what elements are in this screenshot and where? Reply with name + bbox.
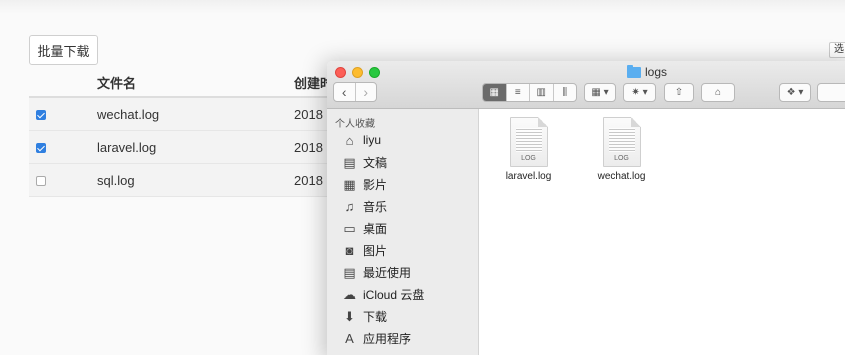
column-view-button[interactable]: ▥ — [529, 84, 553, 101]
sidebar-item-music[interactable]: ♫ 音乐 — [342, 196, 387, 216]
cloud-icon: ☁ — [343, 286, 356, 302]
sidebar-item-home[interactable]: ⌂ liyu — [342, 130, 381, 150]
nav-buttons: ‹ › — [333, 82, 377, 102]
sidebar-item-label: 文稿 — [363, 155, 388, 170]
tag-button[interactable]: ⌂ — [701, 83, 735, 102]
file-type-tag: LOG — [614, 155, 629, 162]
sidebar-item-label: 下载 — [363, 309, 388, 324]
column-header-name: 文件名 — [97, 76, 137, 91]
search-field[interactable] — [817, 83, 845, 102]
group-button[interactable]: ▦ ▾ — [584, 83, 616, 102]
dropbox-button[interactable]: ❖ ▾ — [779, 83, 811, 102]
list-view-button[interactable]: ≡ — [505, 84, 530, 101]
select-button[interactable]: 选 — [829, 42, 845, 58]
row-checkbox[interactable] — [36, 176, 46, 186]
home-icon: ⌂ — [345, 132, 354, 148]
back-button[interactable]: ‹ — [334, 83, 355, 101]
desktop-icon: ▭ — [343, 220, 356, 236]
sidebar-item-icloud[interactable]: ☁ iCloud 云盘 — [342, 284, 424, 304]
file-name: wechat.log — [97, 107, 160, 122]
row-checkbox[interactable] — [36, 143, 46, 153]
sidebar-item-label: 图片 — [363, 243, 388, 258]
sidebar-item-label: iCloud 云盘 — [363, 287, 425, 302]
download-icon: ⬇ — [344, 308, 355, 324]
table-row: sql.log 2018 — [29, 164, 349, 197]
sidebar-item-documents[interactable]: ▤ 文稿 — [342, 152, 387, 172]
gallery-view-button[interactable]: ⫼ — [552, 84, 577, 101]
window-title-text: logs — [645, 65, 668, 79]
action-gear-button[interactable]: ✷ ▾ — [623, 83, 656, 102]
document-icon: LOG — [509, 117, 548, 167]
recents-icon: ▤ — [343, 264, 356, 280]
close-window-button[interactable] — [335, 67, 346, 78]
created-date: 2018 — [294, 107, 323, 122]
sidebar-item-label: 音乐 — [363, 199, 388, 214]
sidebar-item-label: 影片 — [363, 177, 388, 192]
view-mode-group: ▦ ≡ ▥ ⫼ — [482, 83, 577, 102]
batch-download-button[interactable]: 批量下载 — [29, 35, 98, 65]
sidebar-item-pictures[interactable]: ◙ 图片 — [342, 240, 387, 260]
table-header: 文件名 创建时 — [29, 65, 349, 98]
file-type-tag: LOG — [521, 155, 536, 162]
file-name: wechat.log — [597, 171, 646, 182]
finder-sidebar: 个人收藏 ⌂ liyu ▤ 文稿 ▦ 影片 ♫ 音乐 ▭ 桌面 ◙ 图片 ▤ 最… — [327, 109, 479, 355]
browser-top-edge — [0, 0, 845, 14]
sidebar-item-label: 最近使用 — [363, 265, 412, 280]
sidebar-item-label: 应用程序 — [363, 331, 412, 346]
zoom-window-button[interactable] — [369, 67, 380, 78]
minimize-window-button[interactable] — [352, 67, 363, 78]
file-name: laravel.log — [505, 171, 552, 182]
row-checkbox[interactable] — [36, 110, 46, 120]
finder-window: logs ‹ › ▦ ≡ ▥ ⫼ ▦ ▾ ✷ ▾ ⇧ ⌂ ❖ ▾ 个人收藏 ⌂ — [327, 61, 845, 355]
finder-toolbar: logs ‹ › ▦ ≡ ▥ ⫼ ▦ ▾ ✷ ▾ ⇧ ⌂ ❖ ▾ — [327, 61, 845, 109]
sidebar-item-downloads[interactable]: ⬇ 下载 — [342, 306, 387, 326]
table-row: wechat.log 2018 — [29, 98, 349, 131]
sidebar-item-movies[interactable]: ▦ 影片 — [342, 174, 387, 194]
created-date: 2018 — [294, 140, 323, 155]
sidebar-item-label: liyu — [363, 133, 382, 147]
file-table: 文件名 创建时 wechat.log 2018 laravel.log 2018… — [29, 65, 349, 197]
icon-view-button[interactable]: ▦ — [483, 84, 506, 101]
file-name: laravel.log — [97, 140, 157, 155]
file-item[interactable]: LOG laravel.log — [491, 117, 566, 182]
forward-button[interactable]: › — [354, 83, 377, 101]
table-row: laravel.log 2018 — [29, 131, 349, 164]
file-name: sql.log — [97, 173, 135, 188]
music-icon: ♫ — [344, 198, 355, 214]
folder-icon — [627, 64, 641, 78]
finder-content: LOG laravel.log LOG wechat.log — [480, 109, 845, 355]
share-button[interactable]: ⇧ — [664, 83, 694, 102]
window-title: logs — [627, 64, 668, 79]
sidebar-item-desktop[interactable]: ▭ 桌面 — [342, 218, 387, 238]
sidebar-item-recents[interactable]: ▤ 最近使用 — [342, 262, 411, 282]
applications-icon: A — [345, 330, 354, 346]
film-icon: ▦ — [343, 176, 356, 192]
sidebar-item-label: 桌面 — [363, 221, 388, 236]
created-date: 2018 — [294, 173, 323, 188]
document-icon: ▤ — [343, 154, 356, 170]
file-item[interactable]: LOG wechat.log — [584, 117, 659, 182]
camera-icon: ◙ — [345, 242, 354, 258]
sidebar-header: 个人收藏 — [335, 119, 375, 130]
page: 批量下载 选 文件名 创建时 wechat.log 2018 laravel.l… — [0, 0, 845, 355]
document-icon: LOG — [602, 117, 641, 167]
sidebar-item-applications[interactable]: A 应用程序 — [342, 328, 411, 348]
